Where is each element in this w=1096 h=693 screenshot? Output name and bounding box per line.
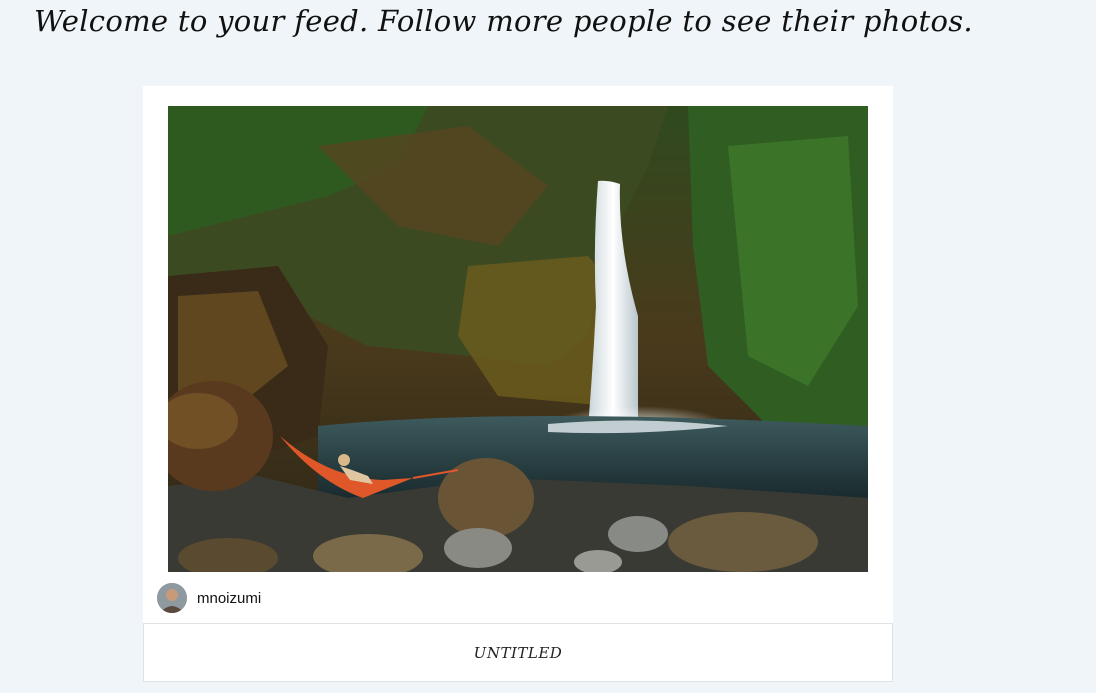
user-avatar[interactable]	[157, 583, 187, 613]
avatar-icon	[157, 583, 187, 613]
feed-welcome-message: Welcome to your feed. Follow more people…	[34, 4, 973, 38]
waterfall-photo-illustration	[168, 106, 868, 572]
post-photo[interactable]	[168, 106, 868, 572]
post-caption: UNTITLED	[473, 643, 563, 662]
post-caption-box: UNTITLED	[143, 623, 893, 682]
post-author[interactable]: mnoizumi	[157, 582, 261, 614]
post-card: mnoizumi	[143, 86, 893, 623]
author-username[interactable]: mnoizumi	[197, 590, 261, 607]
